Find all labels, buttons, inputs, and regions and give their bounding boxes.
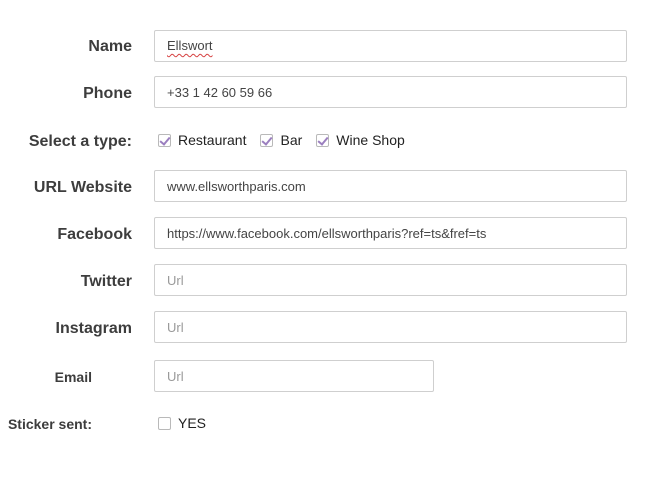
restaurant-checkbox[interactable] — [158, 133, 171, 147]
twitter-label: Twitter — [80, 273, 132, 290]
phone-input[interactable] — [154, 76, 627, 108]
instagram-label: Instagram — [55, 320, 132, 337]
phone-label: Phone — [83, 85, 132, 102]
bar-checkbox[interactable] — [260, 133, 274, 147]
email-input[interactable] — [154, 360, 434, 392]
name-value: Ellswort — [167, 38, 213, 53]
type-option-restaurant[interactable]: Restaurant — [158, 132, 246, 148]
sticker-label: Sticker sent: — [7, 416, 92, 432]
wine-shop-label: Wine Shop — [336, 132, 405, 148]
sticker-yes-label: YES — [178, 415, 207, 431]
wine-shop-checkbox[interactable] — [316, 133, 330, 147]
sticker-checkbox-group: YES — [158, 415, 220, 431]
email-label: Email — [54, 369, 92, 385]
website-input[interactable] — [154, 170, 627, 202]
type-option-wine-shop[interactable]: Wine Shop — [316, 132, 405, 148]
type-label: Select a type: — [28, 133, 132, 150]
sticker-option-yes[interactable]: YES — [158, 415, 206, 431]
website-label: URL Website — [33, 179, 132, 196]
name-label: Name — [88, 38, 132, 55]
restaurant-label: Restaurant — [178, 132, 247, 148]
name-input[interactable]: Ellswort — [154, 30, 627, 62]
instagram-input[interactable] — [154, 311, 627, 343]
twitter-input[interactable] — [154, 264, 627, 296]
facebook-label: Facebook — [57, 226, 132, 243]
type-option-bar[interactable]: Bar — [260, 132, 302, 148]
facebook-input[interactable] — [154, 217, 627, 249]
sticker-checkbox[interactable] — [158, 416, 171, 430]
bar-label: Bar — [280, 132, 303, 148]
type-checkbox-group: Restaurant Bar Wine Shop — [158, 132, 419, 148]
